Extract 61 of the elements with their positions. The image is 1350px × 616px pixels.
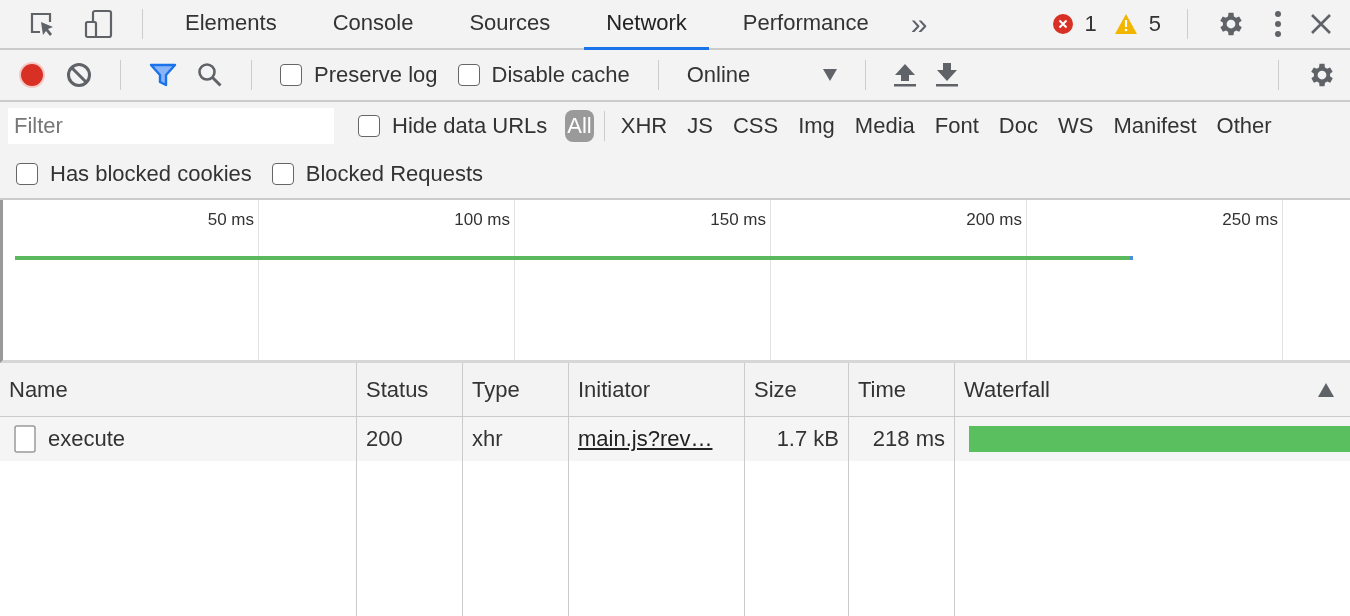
time-tick-label: 100 ms — [454, 210, 510, 229]
time-cell: 218 ms — [872, 426, 945, 452]
type-filter-button[interactable]: WS — [1051, 110, 1100, 142]
more-tabs-button[interactable]: » — [902, 9, 936, 39]
blocked-cookies-checkbox[interactable] — [16, 163, 38, 185]
column-header[interactable]: Waterfall — [964, 376, 1050, 403]
blocked-requests-checkbox[interactable] — [271, 163, 294, 185]
download-icon[interactable] — [935, 63, 958, 87]
disable-cache-checkbox[interactable] — [457, 64, 480, 86]
size-cell: 1.7 kB — [776, 426, 839, 452]
upload-icon[interactable] — [893, 63, 916, 87]
preserve-log-checkbox[interactable] — [280, 64, 302, 86]
time-tick-label: 50 ms — [207, 210, 254, 229]
type-filter-button[interactable]: Manifest — [1107, 110, 1203, 142]
panel-tab[interactable]: Console — [310, 0, 436, 50]
warning-icon — [1114, 14, 1137, 34]
search-icon[interactable] — [197, 62, 223, 88]
type-filter-button[interactable]: Font — [928, 110, 985, 142]
status-cell: 200 — [366, 426, 403, 452]
initiator-link[interactable]: main.js?rev… — [578, 426, 713, 452]
type-cell: xhr — [472, 426, 503, 452]
type-filter-button[interactable]: Media — [848, 110, 921, 142]
column-header[interactable]: Name — [9, 376, 68, 403]
throttling-dropdown[interactable]: Online — [686, 62, 837, 88]
time-tick-label: 250 ms — [1222, 210, 1278, 229]
type-filter-button[interactable]: Img — [792, 110, 841, 142]
dropdown-caret-icon[interactable] — [822, 69, 837, 81]
checkbox-label: Disable cache — [491, 62, 630, 88]
panel-tab[interactable]: Sources — [447, 0, 573, 50]
filter-icon[interactable] — [149, 62, 177, 88]
checkbox-label: Has blocked cookies — [50, 161, 252, 187]
panel-tab[interactable]: Performance — [720, 0, 891, 50]
time-tick-label: 150 ms — [710, 210, 766, 229]
sort-ascending-icon[interactable] — [1318, 382, 1334, 397]
record-icon[interactable] — [18, 61, 46, 89]
clear-icon[interactable] — [66, 62, 92, 88]
column-header[interactable]: Time — [858, 376, 907, 403]
column-header[interactable]: Type — [472, 376, 520, 403]
warning-count: 5 — [1148, 11, 1161, 37]
panel-tab[interactable]: Elements — [163, 0, 299, 50]
hide-data-urls-checkbox[interactable] — [358, 115, 380, 137]
error-count: 1 — [1084, 11, 1097, 37]
error-icon — [1052, 14, 1073, 34]
column-header[interactable]: Status — [366, 376, 429, 403]
column-header[interactable]: Initiator — [578, 376, 651, 403]
document-icon — [14, 425, 36, 453]
more-menu-icon[interactable] — [1274, 11, 1282, 37]
checkbox-label: Preserve log — [314, 62, 438, 88]
filter-field[interactable]: Filter — [8, 108, 334, 144]
checkbox-label: Blocked Requests — [305, 161, 484, 187]
type-filter-button[interactable]: Other — [1210, 110, 1278, 142]
checkbox-label: Hide data URLs — [392, 113, 548, 139]
type-filter-button[interactable]: CSS — [726, 110, 785, 142]
type-filter-button[interactable]: XHR — [614, 110, 674, 142]
time-tick-label: 200 ms — [966, 210, 1022, 229]
close-icon[interactable] — [1310, 13, 1332, 35]
request-name[interactable]: execute — [48, 426, 126, 452]
type-filter-button[interactable]: JS — [681, 110, 719, 142]
type-filter-button[interactable]: Doc — [992, 110, 1044, 142]
column-header[interactable]: Size — [754, 376, 797, 403]
device-toolbar-icon[interactable] — [84, 9, 114, 39]
